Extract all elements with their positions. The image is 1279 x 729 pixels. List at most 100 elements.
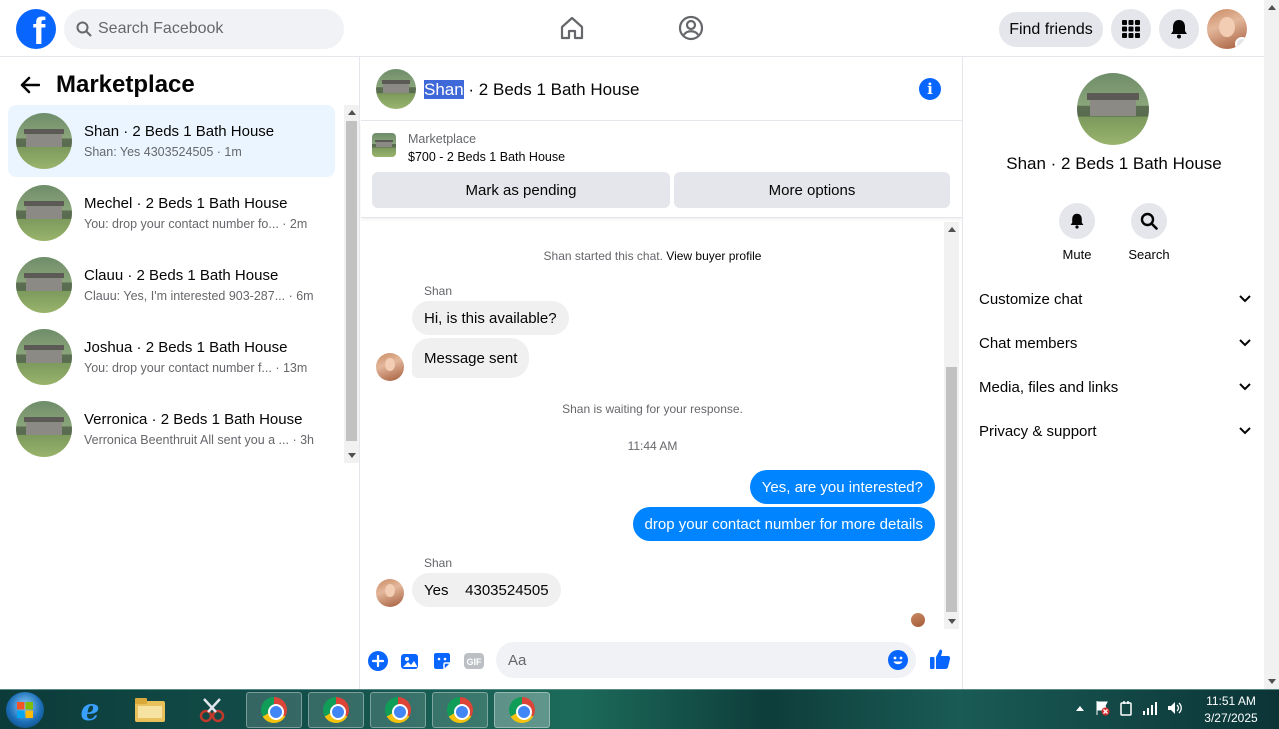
info-icon[interactable]: i	[919, 78, 941, 100]
search-conversation-button[interactable]: Search	[1119, 203, 1179, 262]
system-tray	[1075, 700, 1183, 716]
conversation-item-joshua[interactable]: Joshua · 2 Beds 1 Bath House You: drop y…	[8, 321, 335, 393]
scroll-up-icon[interactable]	[1268, 5, 1276, 10]
chrome-profile-4-icon[interactable]	[432, 692, 488, 728]
incoming-message[interactable]: Yes 4303524505	[412, 573, 561, 607]
chat-started-text: Shan started this chat.	[543, 249, 663, 263]
home-icon[interactable]	[558, 14, 586, 42]
account-avatar[interactable]	[1207, 9, 1247, 49]
chevron-down-icon	[1235, 37, 1247, 49]
sender-avatar[interactable]	[376, 579, 404, 607]
outgoing-message[interactable]: drop your contact number for more detail…	[632, 507, 935, 541]
listing-thumbnail	[16, 329, 72, 385]
volume-icon[interactable]	[1167, 701, 1183, 715]
listing-banner: Marketplace $700 - 2 Beds 1 Bath House M…	[361, 122, 962, 218]
chrome-profile-5-icon[interactable]	[494, 692, 550, 728]
conversation-list: Shan · 2 Beds 1 Bath House Shan: Yes 430…	[8, 105, 335, 465]
thumbs-up-icon[interactable]	[929, 648, 951, 670]
windows-taskbar: e 11:51 AM 3/27/2025	[0, 689, 1279, 729]
back-arrow-icon[interactable]	[20, 76, 40, 94]
scroll-down-icon[interactable]	[1268, 679, 1276, 684]
search-input[interactable]	[98, 20, 318, 38]
listing-price[interactable]: $700 - 2 Beds 1 Bath House	[408, 150, 565, 164]
conversation-preview: You: drop your contact number f... · 13m	[84, 361, 308, 375]
section-label: Media, files and links	[979, 378, 1119, 396]
listing-profile-image[interactable]	[1077, 73, 1149, 145]
clock-date: 3/27/2025	[1204, 711, 1258, 725]
page-scrollbar[interactable]	[1264, 0, 1279, 689]
chat-details-title: Shan · 2 Beds 1 Bath House	[1006, 154, 1222, 173]
groups-icon[interactable]	[677, 14, 705, 42]
scroll-down-icon[interactable]	[948, 619, 956, 624]
chevron-down-icon	[1239, 295, 1251, 303]
chat-header-thumbnail[interactable]	[376, 69, 416, 109]
facebook-logo-icon[interactable]: f	[16, 9, 56, 49]
customize-chat-section[interactable]: Customize chat	[979, 285, 1251, 313]
snipping-tool-icon[interactable]	[184, 692, 240, 728]
conversation-title: Mechel · 2 Beds 1 Bath House	[84, 195, 288, 212]
conversation-item-shan[interactable]: Shan · 2 Beds 1 Bath House Shan: Yes 430…	[8, 105, 335, 177]
chat-members-section[interactable]: Chat members	[979, 329, 1251, 357]
plus-circle-icon[interactable]	[368, 651, 388, 671]
scrollbar-thumb[interactable]	[346, 121, 357, 441]
action-center-flag-icon[interactable]	[1094, 700, 1110, 716]
file-explorer-icon[interactable]	[122, 692, 178, 728]
show-hidden-icons-icon[interactable]	[1075, 704, 1085, 712]
notifications-button[interactable]	[1159, 9, 1199, 49]
search-label: Search	[1128, 247, 1170, 262]
internet-explorer-icon[interactable]: e	[62, 692, 118, 728]
conversation-list-scrollbar[interactable]	[344, 105, 359, 463]
chevron-down-icon	[1239, 383, 1251, 391]
conversation-item-verronica[interactable]: Verronica · 2 Beds 1 Bath House Verronic…	[8, 393, 335, 465]
chat-details-panel: Shan · 2 Beds 1 Bath House Mute Search C…	[962, 57, 1264, 689]
chat-started-notice: Shan started this chat. View buyer profi…	[361, 249, 944, 263]
scrollbar-thumb[interactable]	[946, 367, 957, 612]
sender-avatar[interactable]	[376, 353, 404, 381]
network-signal-icon[interactable]	[1142, 701, 1158, 715]
menu-button[interactable]	[1111, 9, 1151, 49]
incoming-message[interactable]: Message sent	[412, 338, 530, 378]
search-facebook-box[interactable]	[64, 9, 344, 49]
chat-panel: Shan · 2 Beds 1 Bath House i Marketplace…	[361, 57, 962, 689]
message-input[interactable]	[508, 651, 868, 669]
emoji-icon[interactable]	[888, 650, 908, 670]
outgoing-message[interactable]: Yes, are you interested?	[749, 470, 935, 504]
conversation-item-clauu[interactable]: Clauu · 2 Beds 1 Bath House Clauu: Yes, …	[8, 249, 335, 321]
mark-as-pending-button[interactable]: Mark as pending	[372, 172, 670, 208]
view-buyer-profile-link[interactable]: View buyer profile	[666, 249, 761, 263]
chat-title[interactable]: Shan · 2 Beds 1 Bath House	[424, 80, 639, 100]
chevron-down-icon	[1239, 427, 1251, 435]
mute-button[interactable]: Mute	[1047, 203, 1107, 262]
sender-name: Shan	[424, 556, 453, 570]
scroll-up-icon[interactable]	[348, 110, 356, 115]
search-icon	[76, 21, 92, 37]
conversation-preview: You: drop your contact number fo... · 2m	[84, 217, 308, 231]
power-plug-icon[interactable]	[1119, 700, 1133, 716]
chrome-profile-2-icon[interactable]	[308, 692, 364, 728]
more-options-button[interactable]: More options	[674, 172, 950, 208]
grid-menu-icon	[1122, 20, 1140, 38]
message-composer: GIF	[361, 639, 962, 683]
scroll-up-icon[interactable]	[948, 227, 956, 232]
page-title: Marketplace	[56, 71, 195, 98]
message-input-box[interactable]	[496, 642, 916, 678]
media-files-links-section[interactable]: Media, files and links	[979, 373, 1251, 401]
photo-icon[interactable]	[400, 651, 420, 671]
chrome-profile-3-icon[interactable]	[370, 692, 426, 728]
gif-icon[interactable]: GIF	[464, 651, 484, 671]
seen-indicator-avatar	[911, 613, 925, 627]
message-thread-scrollbar[interactable]	[944, 222, 959, 629]
incoming-message[interactable]: Hi, is this available?	[412, 301, 569, 335]
taskbar-clock[interactable]: 11:51 AM 3/27/2025	[1196, 693, 1266, 727]
chat-title-listing: · 2 Beds 1 Bath House	[463, 80, 640, 99]
privacy-support-section[interactable]: Privacy & support	[979, 417, 1251, 445]
bell-icon	[1070, 213, 1084, 229]
conversation-item-mechel[interactable]: Mechel · 2 Beds 1 Bath House You: drop y…	[8, 177, 335, 249]
start-button-icon[interactable]	[6, 692, 44, 728]
scroll-down-icon[interactable]	[348, 453, 356, 458]
sticker-icon[interactable]	[432, 651, 452, 671]
listing-thumbnail	[16, 113, 72, 169]
listing-banner-thumbnail[interactable]	[372, 133, 396, 157]
chrome-profile-1-icon[interactable]	[246, 692, 302, 728]
find-friends-button[interactable]: Find friends	[999, 12, 1103, 47]
